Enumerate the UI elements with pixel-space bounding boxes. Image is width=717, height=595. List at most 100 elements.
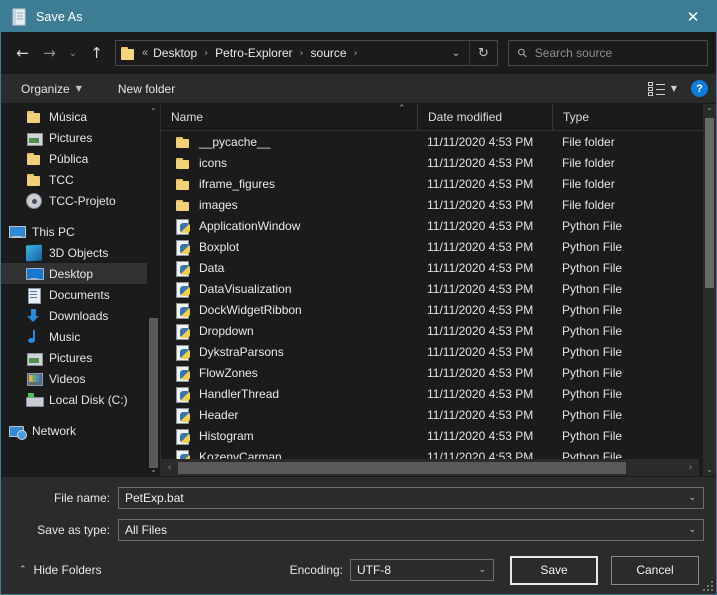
- file-list-horizontal-scrollbar[interactable]: ‹ ›: [161, 459, 699, 476]
- sidebar-item-m-sica[interactable]: Música: [1, 106, 160, 127]
- chevron-down-icon[interactable]: ⌄: [478, 565, 486, 575]
- file-row[interactable]: HandlerThread 11/11/2020 4:53 PM Python Fi…: [161, 383, 699, 404]
- desktop-icon: [26, 266, 44, 282]
- sidebar-item-documents[interactable]: Documents: [1, 284, 160, 305]
- sidebar-item-tcc[interactable]: TCC: [1, 169, 160, 190]
- sidebar-item-3d-objects[interactable]: 3D Objects: [1, 242, 160, 263]
- sidebar-item-pictures[interactable]: Pictures: [1, 347, 160, 368]
- file-name-cell: images: [161, 197, 417, 213]
- file-date-cell: 11/11/2020 4:53 PM: [427, 260, 534, 275]
- breadcrumb-source[interactable]: source: [310, 46, 348, 60]
- up-icon[interactable]: ↑: [83, 40, 110, 67]
- breadcrumb-petro-explorer[interactable]: Petro-Explorer: [214, 46, 293, 60]
- file-row[interactable]: DataVisualization 11/11/2020 4:53 PM Pytho…: [161, 278, 699, 299]
- sidebar-scroll-thumb[interactable]: [149, 318, 158, 468]
- sidebar-scrollbar[interactable]: ⌃ ⌄: [147, 104, 160, 476]
- file-date-cell: 11/11/2020 4:53 PM: [427, 155, 534, 170]
- address-bar[interactable]: « Desktop › Petro-Explorer › source › ⌄ …: [115, 40, 498, 66]
- scroll-down-icon[interactable]: ⌄: [703, 462, 716, 476]
- sidebar-item-label: Pictures: [49, 130, 93, 145]
- sidebar-item-pictures[interactable]: Pictures: [1, 127, 160, 148]
- hscroll-thumb[interactable]: [178, 462, 626, 474]
- scroll-left-icon[interactable]: ‹: [161, 459, 178, 476]
- sidebar-item-this-pc[interactable]: This PC: [1, 221, 160, 242]
- breadcrumb-overflow-icon[interactable]: «: [142, 47, 148, 59]
- folder-icon: [26, 109, 42, 125]
- file-row[interactable]: icons 11/11/2020 4:53 PM File folder: [161, 152, 699, 173]
- forward-icon[interactable]: →: [36, 40, 63, 67]
- help-icon[interactable]: ?: [691, 80, 708, 97]
- file-row[interactable]: iframe_figures 11/11/2020 4:53 PM File fol…: [161, 173, 699, 194]
- hide-folders-label: Hide Folders: [33, 563, 102, 577]
- file-row[interactable]: DykstraParsons 11/11/2020 4:53 PM Python F…: [161, 341, 699, 362]
- chevron-down-icon[interactable]: ⌄: [688, 525, 696, 535]
- refresh-icon[interactable]: ↻: [469, 41, 497, 65]
- column-header-type[interactable]: Type: [552, 104, 699, 130]
- sidebar-item-music[interactable]: Music: [1, 326, 160, 347]
- resize-grip-icon[interactable]: [702, 580, 713, 591]
- scroll-right-icon[interactable]: ›: [682, 459, 699, 476]
- save-as-type-select[interactable]: All Files ⌄: [118, 519, 704, 541]
- view-layout-icon[interactable]: [647, 81, 666, 96]
- file-list[interactable]: __pycache__ 11/11/2020 4:53 PM File folder…: [161, 131, 716, 476]
- recent-locations-icon[interactable]: ⌄: [63, 40, 83, 67]
- file-row[interactable]: Dropdown 11/11/2020 4:53 PM Python File: [161, 320, 699, 341]
- python-file-icon: [175, 386, 191, 403]
- sidebar-item-network[interactable]: Network: [1, 420, 160, 441]
- encoding-label: Encoding:: [289, 563, 343, 577]
- sidebar-item-videos[interactable]: Videos: [1, 368, 160, 389]
- organize-button[interactable]: Organize ▼: [17, 74, 86, 103]
- this-pc-icon: [9, 224, 26, 240]
- close-button[interactable]: ✕: [670, 1, 716, 32]
- search-box[interactable]: ⚲ Search source: [508, 40, 708, 66]
- new-folder-button[interactable]: New folder: [114, 74, 179, 103]
- file-row[interactable]: Boxplot 11/11/2020 4:53 PM Python File: [161, 236, 699, 257]
- breadcrumb-desktop[interactable]: Desktop: [152, 46, 198, 60]
- chevron-down-icon[interactable]: ⌄: [443, 41, 469, 65]
- scroll-up-icon[interactable]: ⌃: [703, 104, 716, 118]
- sidebar-item-local-disk-c[interactable]: Local Disk (C:): [1, 389, 160, 410]
- file-name-cell: Data: [161, 260, 417, 277]
- file-list-vertical-scrollbar[interactable]: ⌃ ⌄: [703, 104, 716, 476]
- chevron-down-icon[interactable]: ▼: [668, 84, 685, 93]
- file-row[interactable]: Data 11/11/2020 4:53 PM Python File: [161, 257, 699, 278]
- file-row[interactable]: ApplicationWindow 11/11/2020 4:53 PM Pytho…: [161, 215, 699, 236]
- sidebar-item-p-blica[interactable]: Pública: [1, 148, 160, 169]
- file-name-cell: HandlerThread: [161, 386, 417, 403]
- chevron-right-icon[interactable]: ›: [354, 48, 358, 59]
- back-icon[interactable]: ←: [9, 40, 36, 67]
- column-header-date-modified[interactable]: Date modified: [417, 104, 552, 130]
- file-row[interactable]: FlowZones 11/11/2020 4:53 PM Python File: [161, 362, 699, 383]
- cancel-button[interactable]: Cancel: [611, 555, 699, 585]
- python-file-icon: [175, 302, 191, 319]
- file-row[interactable]: images 11/11/2020 4:53 PM File folder: [161, 194, 699, 215]
- file-row[interactable]: Histogram 11/11/2020 4:53 PM Python File: [161, 425, 699, 446]
- sidebar-item-downloads[interactable]: Downloads: [1, 305, 160, 326]
- file-row[interactable]: DockWidgetRibbon 11/11/2020 4:53 PM Python…: [161, 299, 699, 320]
- file-list-pane: Name Date modified Type ⌃ __pycache__ 11/…: [161, 104, 716, 476]
- vscroll-thumb[interactable]: [705, 118, 714, 288]
- hide-folders-button[interactable]: ⌃ Hide Folders: [19, 563, 102, 577]
- column-header-name[interactable]: Name: [161, 104, 417, 130]
- file-row[interactable]: __pycache__ 11/11/2020 4:53 PM File folder: [161, 131, 699, 152]
- file-name-input[interactable]: PetExp.bat ⌄: [118, 487, 704, 509]
- folder-icon: [26, 151, 42, 167]
- hscroll-track[interactable]: [178, 459, 682, 476]
- file-date-cell: 11/11/2020 4:53 PM: [427, 239, 534, 254]
- chevron-down-icon[interactable]: ⌄: [688, 493, 696, 503]
- file-name-cell: DockWidgetRibbon: [161, 302, 417, 319]
- file-row[interactable]: Header 11/11/2020 4:53 PM Python File: [161, 404, 699, 425]
- python-file-icon: [175, 407, 191, 424]
- python-file-icon: [175, 218, 191, 235]
- sidebar-item-tcc-projeto[interactable]: TCC-Projeto: [1, 190, 160, 211]
- file-name-cell: icons: [161, 155, 417, 171]
- scroll-down-icon[interactable]: ⌄: [147, 462, 160, 476]
- python-file-icon: [175, 323, 191, 340]
- file-name-row: File name: PetExp.bat ⌄: [1, 487, 716, 509]
- scroll-up-icon[interactable]: ⌃: [147, 104, 160, 118]
- encoding-select[interactable]: UTF-8 ⌄: [350, 559, 494, 581]
- save-button[interactable]: Save: [510, 555, 598, 585]
- file-type-cell: Python File: [562, 407, 623, 422]
- sidebar-item-desktop[interactable]: Desktop: [1, 263, 160, 284]
